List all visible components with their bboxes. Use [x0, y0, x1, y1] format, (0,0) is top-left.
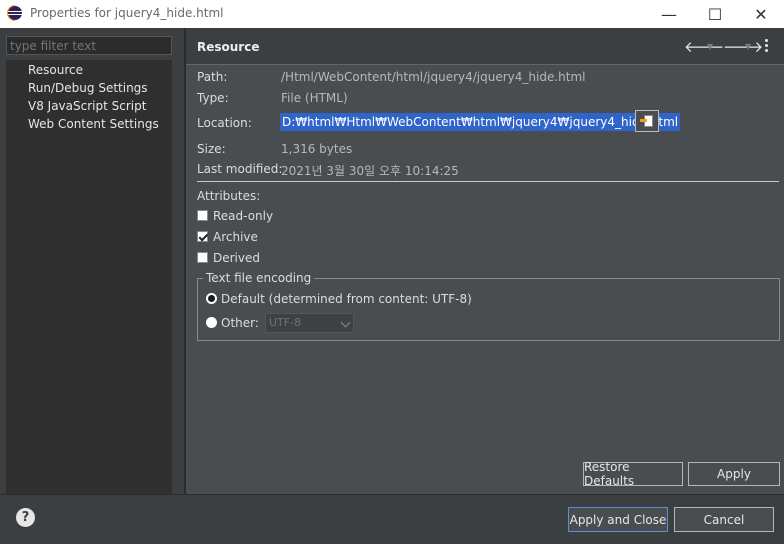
other-encoding-radio[interactable]	[206, 317, 217, 328]
location-value[interactable]: D:₩html₩Html₩WebContent₩html₩jquery4₩jqu…	[280, 113, 681, 131]
tree-item-run-debug[interactable]: Run/Debug Settings	[28, 81, 148, 95]
left-panel: Resource Run/Debug Settings V8 JavaScrip…	[0, 28, 184, 522]
close-icon: ✕	[754, 4, 768, 24]
view-menu-icon[interactable]	[765, 39, 768, 54]
default-encoding-radio[interactable]	[206, 293, 217, 304]
read-only-label[interactable]: Read-only	[213, 209, 273, 223]
arrow-icon	[640, 119, 647, 122]
maximize-icon: ☐	[707, 4, 723, 24]
type-value: File (HTML)	[281, 91, 348, 105]
maximize-button[interactable]: ☐	[692, 0, 738, 28]
page-title: Resource	[197, 40, 260, 54]
dialog-footer: ? Apply and Close Cancel	[0, 495, 784, 544]
location-label: Location:	[197, 116, 252, 130]
derived-label[interactable]: Derived	[213, 251, 260, 265]
encoding-select-value: UTF-8	[269, 316, 302, 329]
cancel-button[interactable]: Cancel	[674, 507, 774, 532]
forward-icon[interactable]: 🡒	[723, 37, 763, 56]
apply-and-close-button[interactable]: Apply and Close	[568, 507, 668, 532]
close-button[interactable]: ✕	[738, 0, 784, 28]
last-modified-value: 2021년 3월 30일 오후 10:14:25	[281, 164, 459, 178]
attributes-label: Attributes:	[197, 189, 261, 203]
resource-page: Resource 🡐 ▼ 🡒 ▼ Path: /Html/WebContent/…	[186, 28, 784, 494]
filter-input[interactable]	[6, 36, 172, 55]
property-tree: Resource Run/Debug Settings V8 JavaScrip…	[6, 60, 172, 522]
archive-label[interactable]: Archive	[213, 230, 258, 244]
forward-dropdown-icon[interactable]: ▼	[745, 42, 751, 51]
resource-header: Resource 🡐 ▼ 🡒 ▼	[186, 28, 784, 64]
back-icon[interactable]: 🡐	[684, 37, 724, 56]
default-encoding-label[interactable]: Default (determined from content: UTF-8)	[221, 292, 472, 306]
tree-item-resource[interactable]: Resource	[28, 63, 83, 77]
other-encoding-label[interactable]: Other:	[221, 316, 259, 330]
title-bar: Properties for jquery4_hide.html — ☐ ✕	[0, 0, 784, 28]
tree-item-v8-javascript[interactable]: V8 JavaScript Script	[28, 99, 146, 113]
tree-item-web-content[interactable]: Web Content Settings	[28, 117, 159, 131]
eclipse-icon	[7, 5, 22, 21]
type-label: Type:	[197, 91, 229, 105]
derived-checkbox[interactable]	[197, 252, 208, 263]
chevron-down-icon	[340, 317, 351, 328]
path-value: /Html/WebContent/html/jquery4/jquery4_hi…	[281, 70, 586, 84]
size-label: Size:	[197, 142, 226, 156]
encoding-group-title: Text file encoding	[203, 271, 315, 285]
size-value: 1,316 bytes	[281, 142, 353, 156]
help-icon[interactable]: ?	[16, 508, 35, 527]
header-divider	[186, 64, 784, 65]
encoding-select[interactable]: UTF-8	[265, 313, 354, 333]
apply-button[interactable]: Apply	[688, 462, 780, 486]
window-title: Properties for jquery4_hide.html	[30, 6, 224, 20]
read-only-checkbox[interactable]	[197, 210, 208, 221]
show-in-explorer-button[interactable]	[635, 110, 659, 132]
last-modified-label: Last modified:	[197, 162, 283, 176]
archive-checkbox[interactable]	[197, 231, 208, 242]
separator	[197, 181, 779, 182]
minimize-icon: —	[661, 4, 677, 24]
back-dropdown-icon[interactable]: ▼	[707, 42, 713, 51]
restore-defaults-button[interactable]: Restore Defaults	[583, 460, 683, 488]
minimize-button[interactable]: —	[646, 0, 692, 28]
path-label: Path:	[197, 70, 228, 84]
